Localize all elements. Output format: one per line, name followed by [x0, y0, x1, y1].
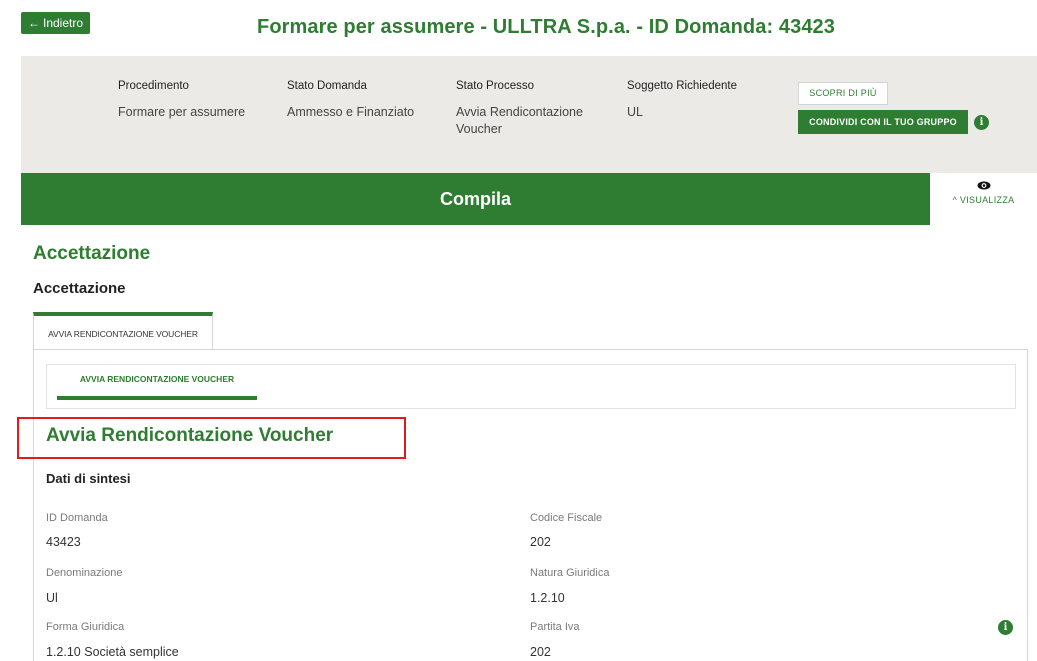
back-button[interactable]: ← Indietro: [21, 12, 91, 34]
field-label-codice-fiscale: Codice Fiscale: [530, 512, 603, 524]
summary-label: Soggetto Richiedente: [627, 80, 737, 92]
field-label-denominazione: Denominazione: [46, 567, 123, 579]
summary-label: Stato Domanda: [287, 80, 367, 92]
field-label-natura-giuridica: Natura Giuridica: [530, 567, 610, 579]
summary-soggetto: Soggetto Richiedente UL: [627, 80, 737, 121]
scopri-di-piu-button[interactable]: SCOPRI DI PIÙ: [798, 82, 888, 105]
summary-panel: Procedimento Formare per assumere Stato …: [21, 56, 1037, 173]
info-icon[interactable]: i: [974, 115, 989, 130]
condividi-gruppo-button[interactable]: CONDIVIDI CON IL TUO GRUPPO: [798, 110, 968, 134]
field-label-forma-giuridica: Forma Giuridica: [46, 621, 125, 633]
summary-procedimento: Procedimento Formare per assumere: [118, 80, 245, 121]
subtab-bar: AVVIA RENDICONTAZIONE VOUCHER: [46, 364, 1016, 409]
dati-sintesi-title: Dati di sintesi: [46, 471, 131, 486]
summary-value: UL: [627, 105, 643, 119]
field-label-id-domanda: ID Domanda: [46, 512, 108, 524]
compila-bar: Compila: [21, 173, 930, 225]
field-label-partita-iva: Partita Iva: [530, 621, 580, 633]
section-title: Accettazione: [33, 243, 151, 264]
summary-label: Stato Processo: [456, 80, 534, 92]
summary-stato-domanda: Stato Domanda Ammesso e Finanziato: [287, 80, 414, 121]
summary-label: Procedimento: [118, 80, 189, 92]
summary-value: Ammesso e Finanziato: [287, 105, 415, 119]
field-value-id-domanda: 43423: [46, 535, 81, 549]
top-bar: ← Indietro Formare per assumere - ULLTRA …: [0, 0, 1037, 56]
content-title: Avvia Rendicontazione Voucher: [46, 425, 334, 446]
field-value-partita-iva: 202: [530, 645, 551, 659]
field-value-codice-fiscale: 202: [530, 535, 551, 549]
tab-avvia-rendicontazione[interactable]: AVVIA RENDICONTAZIONE VOUCHER: [33, 312, 213, 350]
visualizza-label: ^ VISUALIZZA: [930, 195, 1037, 205]
visualizza-toggle[interactable]: ^ VISUALIZZA: [930, 173, 1037, 225]
back-label: Indietro: [43, 16, 84, 30]
visualizza-text: VISUALIZZA: [959, 195, 1015, 205]
section-subtitle: Accettazione: [33, 280, 126, 297]
info-icon[interactable]: i: [998, 620, 1013, 635]
summary-value: Formare per assumere: [118, 105, 246, 119]
subtab-avvia-rendicontazione[interactable]: AVVIA RENDICONTAZIONE VOUCHER: [57, 365, 257, 400]
chevron-up-icon: ^: [952, 195, 958, 205]
page-title: Formare per assumere - ULLTRA S.p.a. - I…: [257, 16, 835, 38]
eye-icon: [977, 181, 990, 190]
summary-stato-processo: Stato Processo Avvia Rendicontazione Vou…: [456, 80, 596, 138]
field-value-forma-giuridica: 1.2.10 Società semplice: [46, 645, 179, 659]
arrow-left-icon: ←: [28, 16, 40, 30]
field-value-denominazione: Ul: [46, 591, 58, 605]
field-value-natura-giuridica: 1.2.10: [530, 591, 565, 605]
summary-value: Avvia Rendicontazione Voucher: [456, 105, 583, 136]
